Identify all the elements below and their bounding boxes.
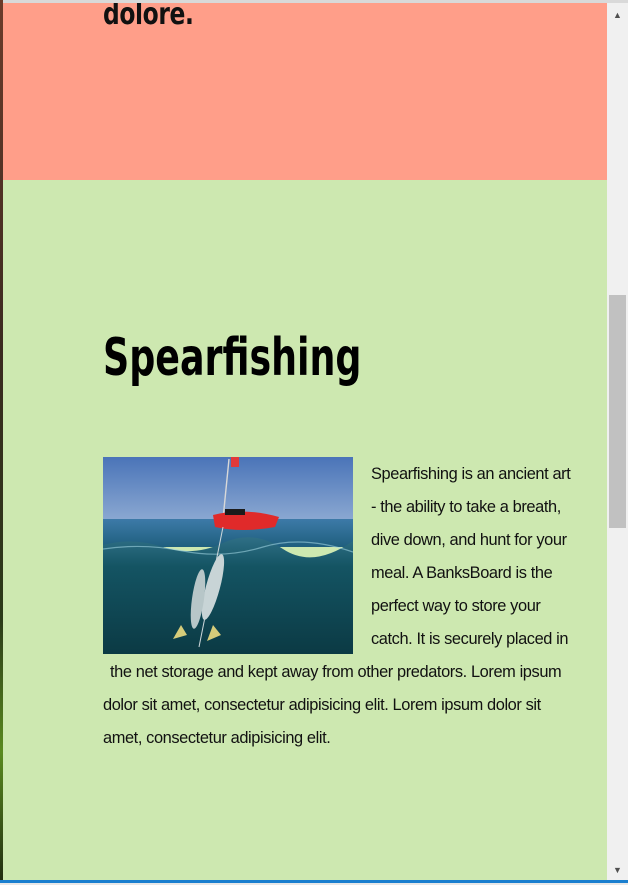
scroll-up-arrow-icon[interactable]: ▲ [607, 5, 628, 25]
vertical-scrollbar[interactable]: ▲ ▼ [607, 3, 628, 880]
previous-section-text: dolore. [103, 3, 194, 32]
scroll-down-arrow-icon[interactable]: ▼ [607, 860, 628, 880]
spearfishing-body-rest: the net storage and kept away from other… [103, 663, 562, 747]
spearfishing-body-first: Spearfishing is an ancient art - the abi… [371, 465, 571, 648]
spearfishing-article: Spearfishing is an ancient art - the abi… [103, 457, 573, 755]
section-heading: Spearfishing [103, 328, 362, 388]
spearfishing-photo [103, 457, 353, 654]
scroll-thumb[interactable] [609, 295, 626, 528]
previous-section: dolore. [3, 3, 607, 180]
page-viewport[interactable]: dolore. Spearfishing Spearfishing is an … [3, 3, 607, 880]
spearfishing-section: Spearfishing Spearfishing is an ancient … [3, 180, 607, 880]
